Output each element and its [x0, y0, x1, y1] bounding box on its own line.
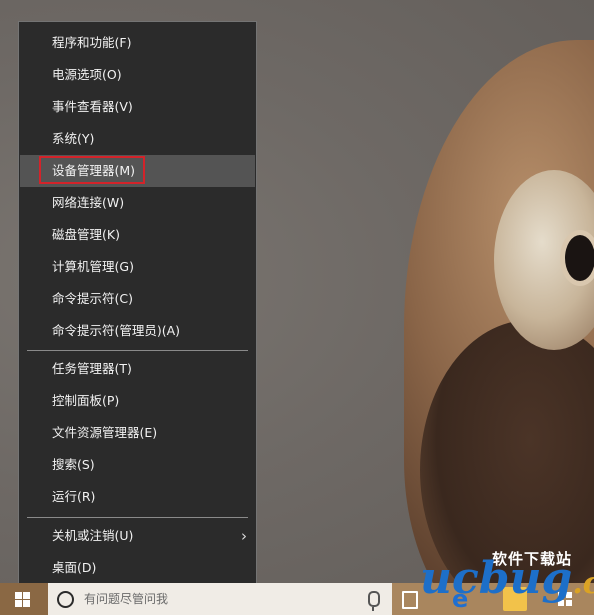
menu-item-label: 命令提示符(管理员)(A): [52, 323, 181, 338]
menu-item-network-connections[interactable]: 网络连接(W): [20, 187, 255, 219]
menu-item-label: 控制面板(P): [52, 393, 120, 408]
menu-item-label: 磁盘管理(K): [52, 227, 120, 242]
winx-context-menu: 程序和功能(F) 电源选项(O) 事件查看器(V) 系统(Y) 设备管理器(M)…: [18, 21, 257, 585]
menu-item-event-viewer[interactable]: 事件查看器(V): [20, 91, 255, 123]
windows-start-icon: [15, 592, 30, 607]
menu-item-label: 计算机管理(G): [52, 259, 134, 274]
chevron-right-icon: ›: [241, 527, 247, 545]
menu-item-label: 系统(Y): [52, 131, 95, 146]
menu-item-computer-management[interactable]: 计算机管理(G): [20, 251, 255, 283]
watermark: 软件下载站 ucbug.cc: [420, 548, 594, 614]
watermark-logo: ucbug.cc: [420, 554, 594, 609]
menu-item-label: 程序和功能(F): [52, 35, 132, 50]
menu-item-label: 关机或注销(U): [52, 528, 134, 543]
menu-item-search[interactable]: 搜索(S): [20, 449, 255, 481]
cortana-icon: [57, 591, 74, 608]
menu-item-disk-management[interactable]: 磁盘管理(K): [20, 219, 255, 251]
menu-separator: [27, 517, 248, 518]
menu-item-task-manager[interactable]: 任务管理器(T): [20, 353, 255, 385]
menu-item-power-options[interactable]: 电源选项(O): [20, 59, 255, 91]
menu-item-label: 运行(R): [52, 489, 96, 504]
menu-item-command-prompt[interactable]: 命令提示符(C): [20, 283, 255, 315]
menu-item-run[interactable]: 运行(R): [20, 481, 255, 513]
search-placeholder: 有问题尽管问我: [84, 592, 169, 606]
menu-item-label: 文件资源管理器(E): [52, 425, 158, 440]
sea-lion-eye: [560, 230, 594, 286]
menu-item-label: 桌面(D): [52, 560, 97, 575]
microphone-icon[interactable]: [368, 591, 380, 611]
watermark-brand: ucbug: [420, 553, 573, 604]
menu-item-control-panel[interactable]: 控制面板(P): [20, 385, 255, 417]
menu-item-file-explorer[interactable]: 文件资源管理器(E): [20, 417, 255, 449]
menu-item-command-prompt-admin[interactable]: 命令提示符(管理员)(A): [20, 315, 255, 347]
menu-item-device-manager[interactable]: 设备管理器(M): [20, 155, 255, 187]
watermark-suffix: .cc: [572, 566, 594, 601]
menu-item-shutdown-signout[interactable]: 关机或注销(U) ›: [20, 520, 255, 552]
menu-item-label: 搜索(S): [52, 457, 95, 472]
menu-item-label: 事件查看器(V): [52, 99, 133, 114]
menu-item-system[interactable]: 系统(Y): [20, 123, 255, 155]
cortana-search-box[interactable]: 有问题尽管问我: [48, 583, 392, 615]
menu-item-desktop[interactable]: 桌面(D): [20, 552, 255, 584]
task-view-icon[interactable]: [402, 591, 418, 609]
menu-item-label: 设备管理器(M): [52, 163, 136, 178]
menu-item-programs-features[interactable]: 程序和功能(F): [20, 27, 255, 59]
menu-item-label: 命令提示符(C): [52, 291, 133, 306]
menu-item-label: 网络连接(W): [52, 195, 125, 210]
start-button[interactable]: [0, 583, 48, 615]
menu-separator: [27, 350, 248, 351]
menu-item-label: 电源选项(O): [52, 67, 122, 82]
menu-item-label: 任务管理器(T): [52, 361, 132, 376]
